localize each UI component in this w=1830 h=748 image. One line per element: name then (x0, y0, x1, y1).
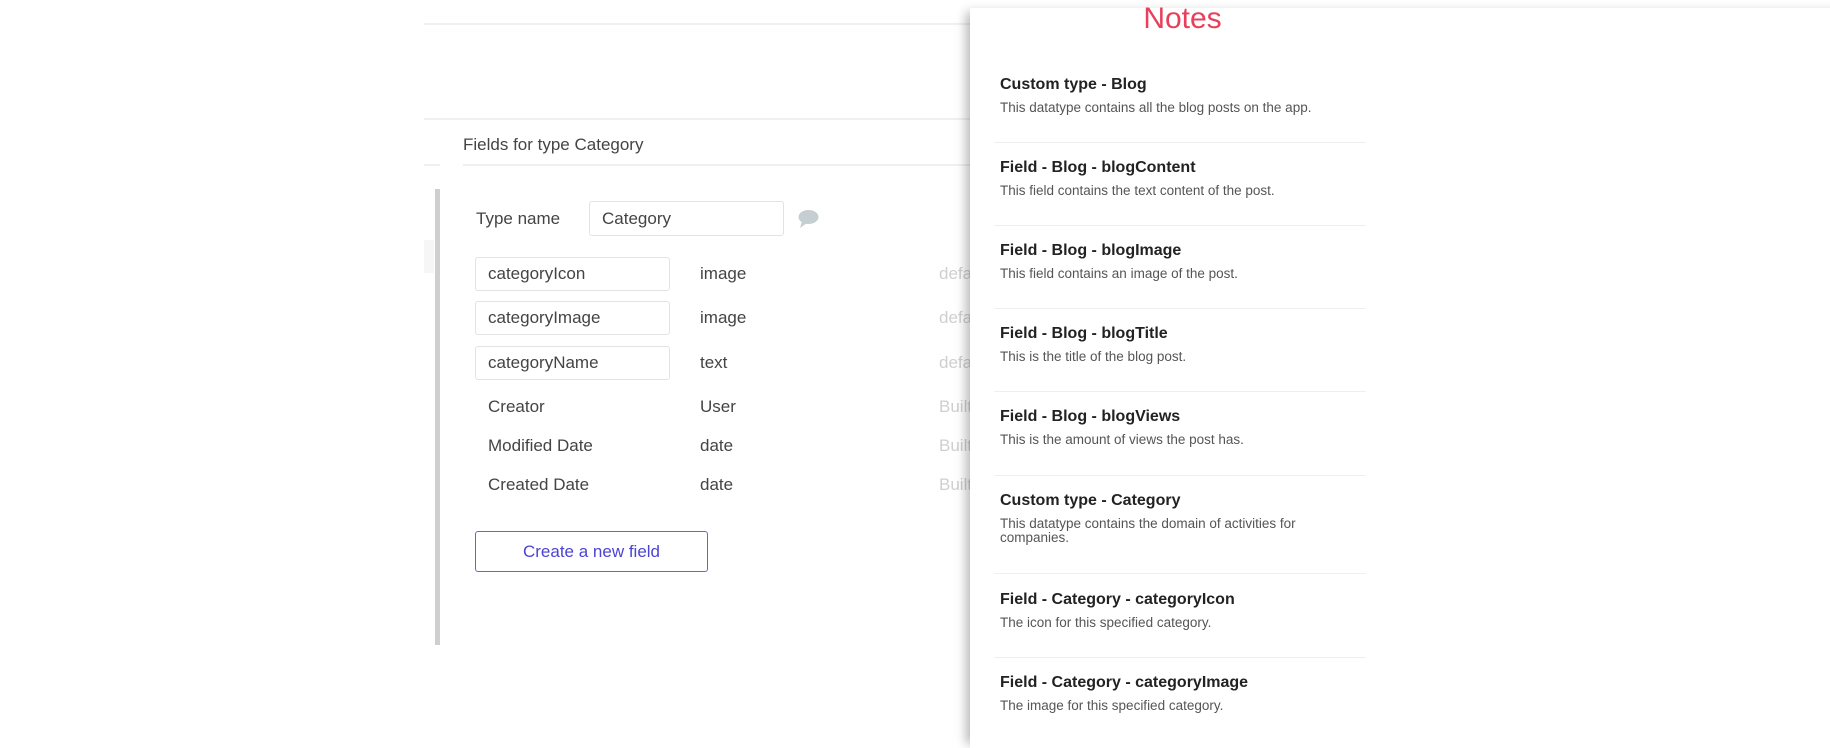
field-type[interactable]: image (700, 257, 746, 291)
field-type: User (700, 397, 736, 416)
field-type[interactable]: image (700, 301, 746, 335)
note-divider (994, 573, 1366, 574)
note-item[interactable]: Field - Category - categoryIcon The icon… (1000, 590, 1366, 630)
field-row-categoryimage: categoryImage image defa (475, 301, 995, 335)
note-title: Field - Category - categoryIcon (1000, 591, 1235, 608)
field-name-input[interactable]: categoryName (475, 346, 670, 380)
field-row-categoryname: categoryName text defa (475, 346, 995, 380)
field-builtin-tag: Built (939, 397, 973, 416)
field-name-input[interactable]: categoryIcon (475, 257, 670, 291)
note-title: Field - Blog - blogContent (1000, 159, 1196, 176)
note-item[interactable]: Field - Blog - blogContent This field co… (1000, 158, 1366, 198)
note-divider (994, 308, 1366, 309)
builtin-field-row-modified-date: Modified Date date Built (475, 429, 995, 463)
note-description: This datatype contains all the blog post… (1000, 100, 1312, 115)
field-name: categoryIcon (488, 264, 586, 283)
top-divider (424, 23, 970, 25)
field-name: Creator (488, 397, 545, 416)
field-name: categoryName (488, 353, 599, 372)
speech-bubble-icon[interactable] (797, 209, 819, 229)
type-name-input[interactable]: Category (589, 201, 784, 236)
note-description: This is the amount of views the post has… (1000, 432, 1244, 447)
section-divider-left (424, 164, 440, 166)
note-divider (994, 225, 1366, 226)
field-type: date (700, 436, 734, 455)
notes-title: Notes (1143, 2, 1222, 35)
type-name-label: Type name (476, 209, 561, 228)
note-title: Custom type - Category (1000, 492, 1181, 509)
notes-panel (970, 8, 1830, 748)
note-description: This field contains the text content of … (1000, 183, 1275, 198)
section-divider (463, 164, 970, 166)
field-default: defa (939, 308, 973, 327)
note-description: The icon for this specified category. (1000, 615, 1212, 630)
section-indicator-bar (435, 189, 440, 645)
type-name-value: Category (602, 208, 671, 228)
note-item[interactable]: Field - Blog - blogImage This field cont… (1000, 241, 1366, 281)
field-name-input[interactable]: categoryImage (475, 301, 670, 335)
note-item[interactable]: Custom type - Blog This datatype contain… (1000, 75, 1366, 115)
field-default: defa (939, 264, 973, 283)
field-name: categoryImage (488, 308, 601, 327)
field-default: defa (939, 353, 973, 372)
field-name: Created Date (488, 475, 590, 494)
builtin-field-row-created-date: Created Date date Built (475, 468, 995, 502)
section-title: Fields for type Category (463, 135, 644, 154)
note-divider (994, 142, 1366, 143)
builtin-field-row-creator: Creator User Built (475, 390, 995, 424)
note-title: Field - Blog - blogViews (1000, 408, 1181, 425)
note-item[interactable]: Field - Blog - blogViews This is the amo… (1000, 407, 1366, 447)
create-new-field-button[interactable]: Create a new field (475, 531, 708, 572)
collapsed-sidebar-tab (424, 240, 434, 273)
note-title: Field - Blog - blogTitle (1000, 325, 1168, 342)
note-title: Field - Category - categoryImage (1000, 674, 1249, 691)
note-item[interactable]: Field - Category - categoryImage The ima… (1000, 673, 1366, 713)
note-description: The image for this specified category. (1000, 698, 1224, 713)
note-item[interactable]: Custom type - Category This datatype con… (1000, 491, 1366, 545)
note-description: This field contains an image of the post… (1000, 266, 1238, 281)
note-divider (994, 657, 1366, 658)
header-divider (424, 118, 970, 120)
field-builtin-tag: Built (939, 436, 973, 455)
note-title: Field - Blog - blogImage (1000, 242, 1182, 259)
note-divider (994, 475, 1366, 476)
note-description: This is the title of the blog post. (1000, 349, 1187, 364)
field-name: Modified Date (488, 436, 593, 455)
note-title: Custom type - Blog (1000, 76, 1147, 93)
field-builtin-tag: Built (939, 475, 973, 494)
field-row-categoryicon: categoryIcon image defa (475, 257, 995, 291)
note-divider (994, 391, 1366, 392)
field-type[interactable]: text (700, 346, 727, 380)
note-description: This datatype contains the domain of act… (1000, 516, 1296, 545)
field-type: date (700, 475, 734, 494)
note-item[interactable]: Field - Blog - blogTitle This is the tit… (1000, 324, 1366, 364)
